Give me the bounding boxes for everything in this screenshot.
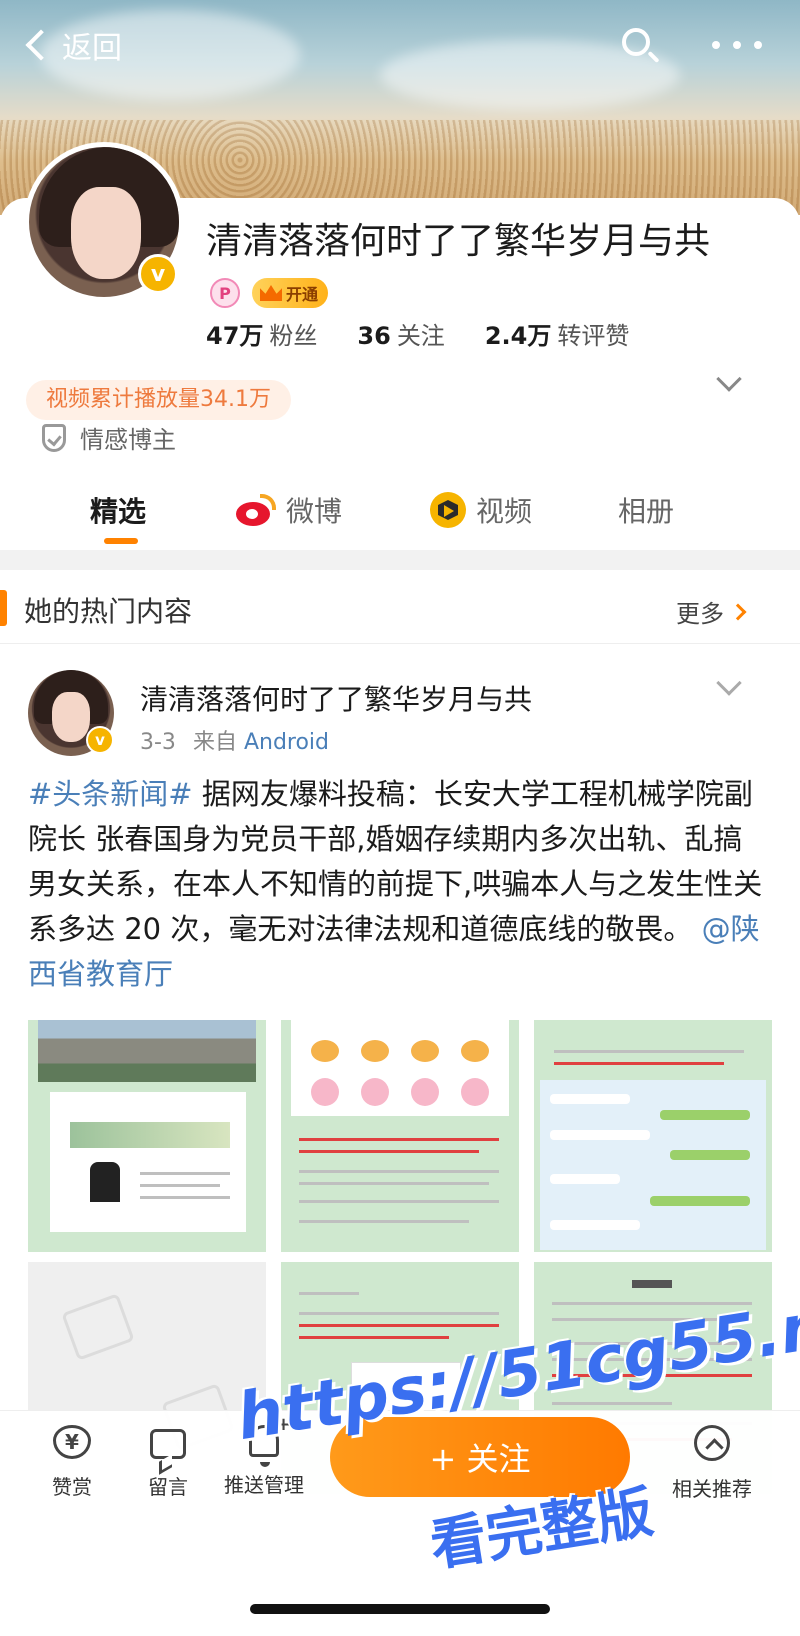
post-menu-chevron-icon[interactable] xyxy=(716,670,742,696)
push-label: 推送管理 xyxy=(224,1473,304,1497)
chat-screenshot xyxy=(540,1080,766,1250)
level-badge-icon[interactable]: P xyxy=(210,278,240,308)
comment-icon xyxy=(150,1429,186,1459)
post-date: 3-3 xyxy=(140,730,176,755)
back-label: 返回 xyxy=(62,31,122,66)
chevron-left-icon xyxy=(25,29,57,61)
more-icon[interactable] xyxy=(712,30,762,60)
video-play-count-badge[interactable]: 视频累计播放量34.1万 xyxy=(26,380,291,420)
message-label: 留言 xyxy=(148,1475,188,1499)
search-handle xyxy=(647,50,660,64)
stat-label: 粉丝 xyxy=(269,322,318,350)
hashtag-link[interactable]: #头条新闻# xyxy=(28,777,193,811)
vip-open-button[interactable]: 开通 xyxy=(252,278,329,308)
vip-label: 开通 xyxy=(286,285,319,304)
tab-video[interactable]: 视频 xyxy=(430,480,532,540)
profile-tag-label: 情感博主 xyxy=(80,426,176,454)
chevron-right-icon xyxy=(729,603,747,620)
post-author-name[interactable]: 清清落落何时了了繁华岁月与共 xyxy=(140,678,532,718)
image-placeholder-icon xyxy=(61,1293,135,1361)
post-image[interactable] xyxy=(534,1020,772,1252)
tab-label: 相册 xyxy=(618,495,675,528)
follow-button[interactable]: + 关注 xyxy=(330,1417,630,1497)
profile-name: 清清落落何时了了繁华岁月与共 xyxy=(206,221,711,262)
avatar-face xyxy=(71,187,141,279)
chevron-up-circle-icon xyxy=(694,1425,730,1461)
related-recommend-button[interactable]: 相关推荐 xyxy=(662,1425,762,1502)
hot-content-header: 她的热门内容 更多 xyxy=(0,570,800,644)
top-navigation-bar: 返回 xyxy=(0,0,800,90)
section-divider xyxy=(0,550,800,570)
tab-album[interactable]: 相册 xyxy=(618,480,674,540)
verified-badge-icon: v xyxy=(138,254,178,294)
push-settings-button[interactable]: 推送管理 xyxy=(214,1414,314,1498)
post-meta: 3-3 来自 Android xyxy=(140,724,329,756)
shield-icon xyxy=(42,423,66,452)
message-button[interactable]: 留言 xyxy=(118,1425,218,1500)
more-dot xyxy=(754,41,762,49)
hot-content-title: 她的热门内容 xyxy=(24,595,193,628)
post-image-grid xyxy=(28,1020,772,1494)
stat-label: 转评赞 xyxy=(557,322,630,350)
bottom-action-bar: ¥ 赞赏 留言 推送管理 + 关注 相关推荐 xyxy=(0,1410,800,1550)
more-dot xyxy=(733,41,741,49)
post-body: #头条新闻# 据网友爆料投稿：长安大学工程机械学院副院长 张春国身为党员干部,婚… xyxy=(28,772,768,997)
tab-label: 视频 xyxy=(476,495,533,528)
weibo-logo-icon xyxy=(236,494,276,526)
stat-likes[interactable]: 2.4万 转评赞 xyxy=(485,316,630,351)
stat-value: 47万 xyxy=(206,322,264,350)
tab-featured[interactable]: 精选 xyxy=(90,480,146,540)
home-indicator[interactable] xyxy=(250,1604,550,1614)
related-label: 相关推荐 xyxy=(672,1477,752,1501)
gift-screenshot xyxy=(291,1020,509,1116)
more-label: 更多 xyxy=(676,600,724,628)
profile-badges: P 开通 xyxy=(210,278,329,308)
verified-badge-icon: v xyxy=(86,726,114,754)
stat-following[interactable]: 36 关注 xyxy=(357,316,444,351)
tab-weibo[interactable]: 微博 xyxy=(236,480,342,540)
accent-bar xyxy=(0,590,7,626)
stat-value: 36 xyxy=(357,322,391,350)
video-logo-icon xyxy=(430,492,466,528)
more-link[interactable]: 更多 xyxy=(676,594,747,629)
profile-page-screenshot xyxy=(50,1092,246,1232)
campus-photo xyxy=(38,1020,256,1082)
tab-label: 微博 xyxy=(286,495,343,528)
more-dot xyxy=(712,41,720,49)
tip-label: 赞赏 xyxy=(52,1475,92,1499)
post-image[interactable] xyxy=(281,1020,519,1252)
bell-add-icon xyxy=(249,1414,291,1467)
stat-value: 2.4万 xyxy=(484,322,552,350)
crown-icon xyxy=(260,285,282,301)
post-source-prefix: 来自 xyxy=(192,730,237,755)
tab-label: 精选 xyxy=(90,495,147,528)
tip-button[interactable]: ¥ 赞赏 xyxy=(22,1425,122,1500)
search-icon[interactable] xyxy=(618,24,662,68)
back-button[interactable]: 返回 xyxy=(22,24,122,66)
stat-label: 关注 xyxy=(396,322,445,350)
search-ring xyxy=(622,28,650,56)
post-image[interactable] xyxy=(28,1020,266,1252)
post-source[interactable]: Android xyxy=(244,730,329,755)
avatar-face xyxy=(52,692,90,742)
profile-tag[interactable]: 情感博主 xyxy=(42,420,176,455)
heart-yen-icon: ¥ xyxy=(53,1425,91,1459)
active-tab-indicator xyxy=(104,538,138,544)
stat-followers[interactable]: 47万 粉丝 xyxy=(206,316,317,351)
profile-stats: 47万 粉丝 36 关注 2.4万 转评赞 xyxy=(206,316,629,351)
